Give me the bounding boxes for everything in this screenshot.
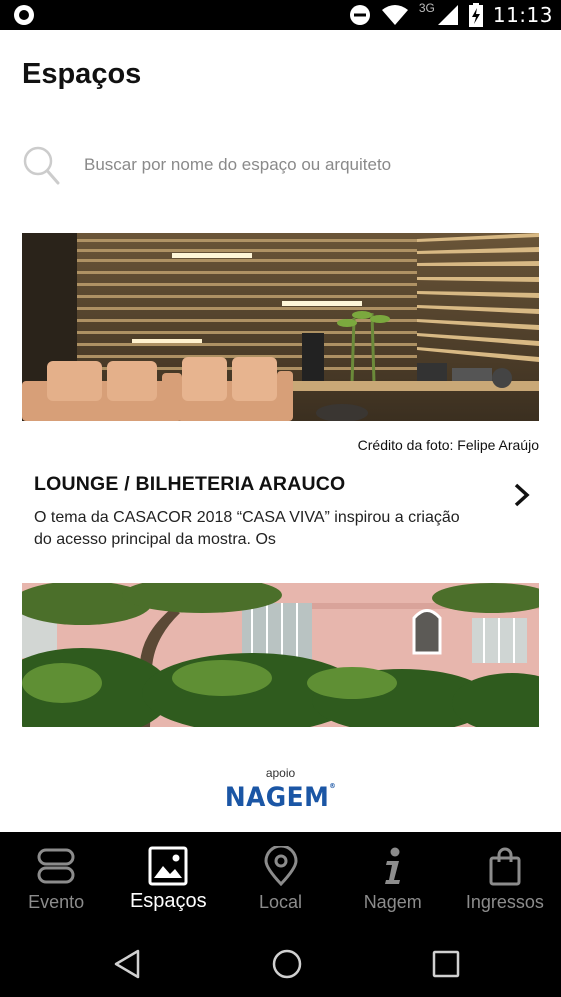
event-icon — [37, 848, 75, 884]
search-icon[interactable] — [22, 145, 60, 185]
page-title: Espaços — [22, 58, 142, 90]
cell-signal-icon — [437, 5, 458, 25]
tab-ingressos[interactable]: Ingressos — [449, 832, 561, 928]
sponsor-label: apoio — [265, 766, 296, 780]
card-description: O tema da CASACOR 2018 “CASA VIVA” inspi… — [34, 509, 460, 548]
battery-charging-icon — [468, 3, 483, 27]
info-icon — [384, 847, 400, 884]
tab-espacos[interactable]: Espaços — [112, 832, 224, 928]
wifi-icon — [381, 5, 408, 25]
status-bar: 3G 11:13 — [0, 0, 561, 30]
network-type-label: 3G — [418, 1, 435, 15]
tab-label: Evento — [28, 892, 85, 912]
tab-label: Nagem — [363, 892, 422, 912]
status-icons: 3G 11:13 — [349, 0, 553, 30]
bottom-tab-bar: Evento Espaços Local Nagem Ingressos — [0, 832, 561, 928]
card-image-garden[interactable] — [22, 583, 539, 727]
shopping-bag-icon — [489, 847, 521, 886]
location-pin-icon — [263, 846, 298, 886]
sponsor-logo-text: NAGEM — [224, 782, 330, 813]
do-not-disturb-icon — [349, 5, 370, 25]
image-icon — [148, 846, 188, 886]
tab-label: Local — [258, 892, 303, 912]
tab-nagem[interactable]: Nagem — [337, 832, 449, 928]
photo-credit: Crédito da foto: Felipe Araújo — [357, 437, 539, 453]
chevron-right-icon[interactable] — [511, 482, 533, 508]
search-bar[interactable] — [22, 143, 539, 187]
search-input[interactable] — [84, 155, 524, 175]
recent-apps-icon[interactable] — [430, 948, 462, 980]
tab-label: Ingressos — [465, 892, 544, 912]
notification-icon — [14, 5, 34, 25]
card-title[interactable]: LOUNGE / BILHETERIA ARAUCO — [34, 473, 345, 496]
sponsor-logo: NAGEM® — [224, 782, 337, 813]
tab-label: Espaços — [129, 890, 207, 912]
tab-evento[interactable]: Evento — [0, 832, 112, 928]
home-icon[interactable] — [271, 948, 303, 980]
status-time: 11:13 — [492, 3, 553, 27]
card-image-lounge[interactable] — [22, 233, 539, 421]
tab-local[interactable]: Local — [224, 832, 336, 928]
system-nav-bar — [0, 928, 561, 997]
back-icon[interactable] — [112, 948, 144, 980]
